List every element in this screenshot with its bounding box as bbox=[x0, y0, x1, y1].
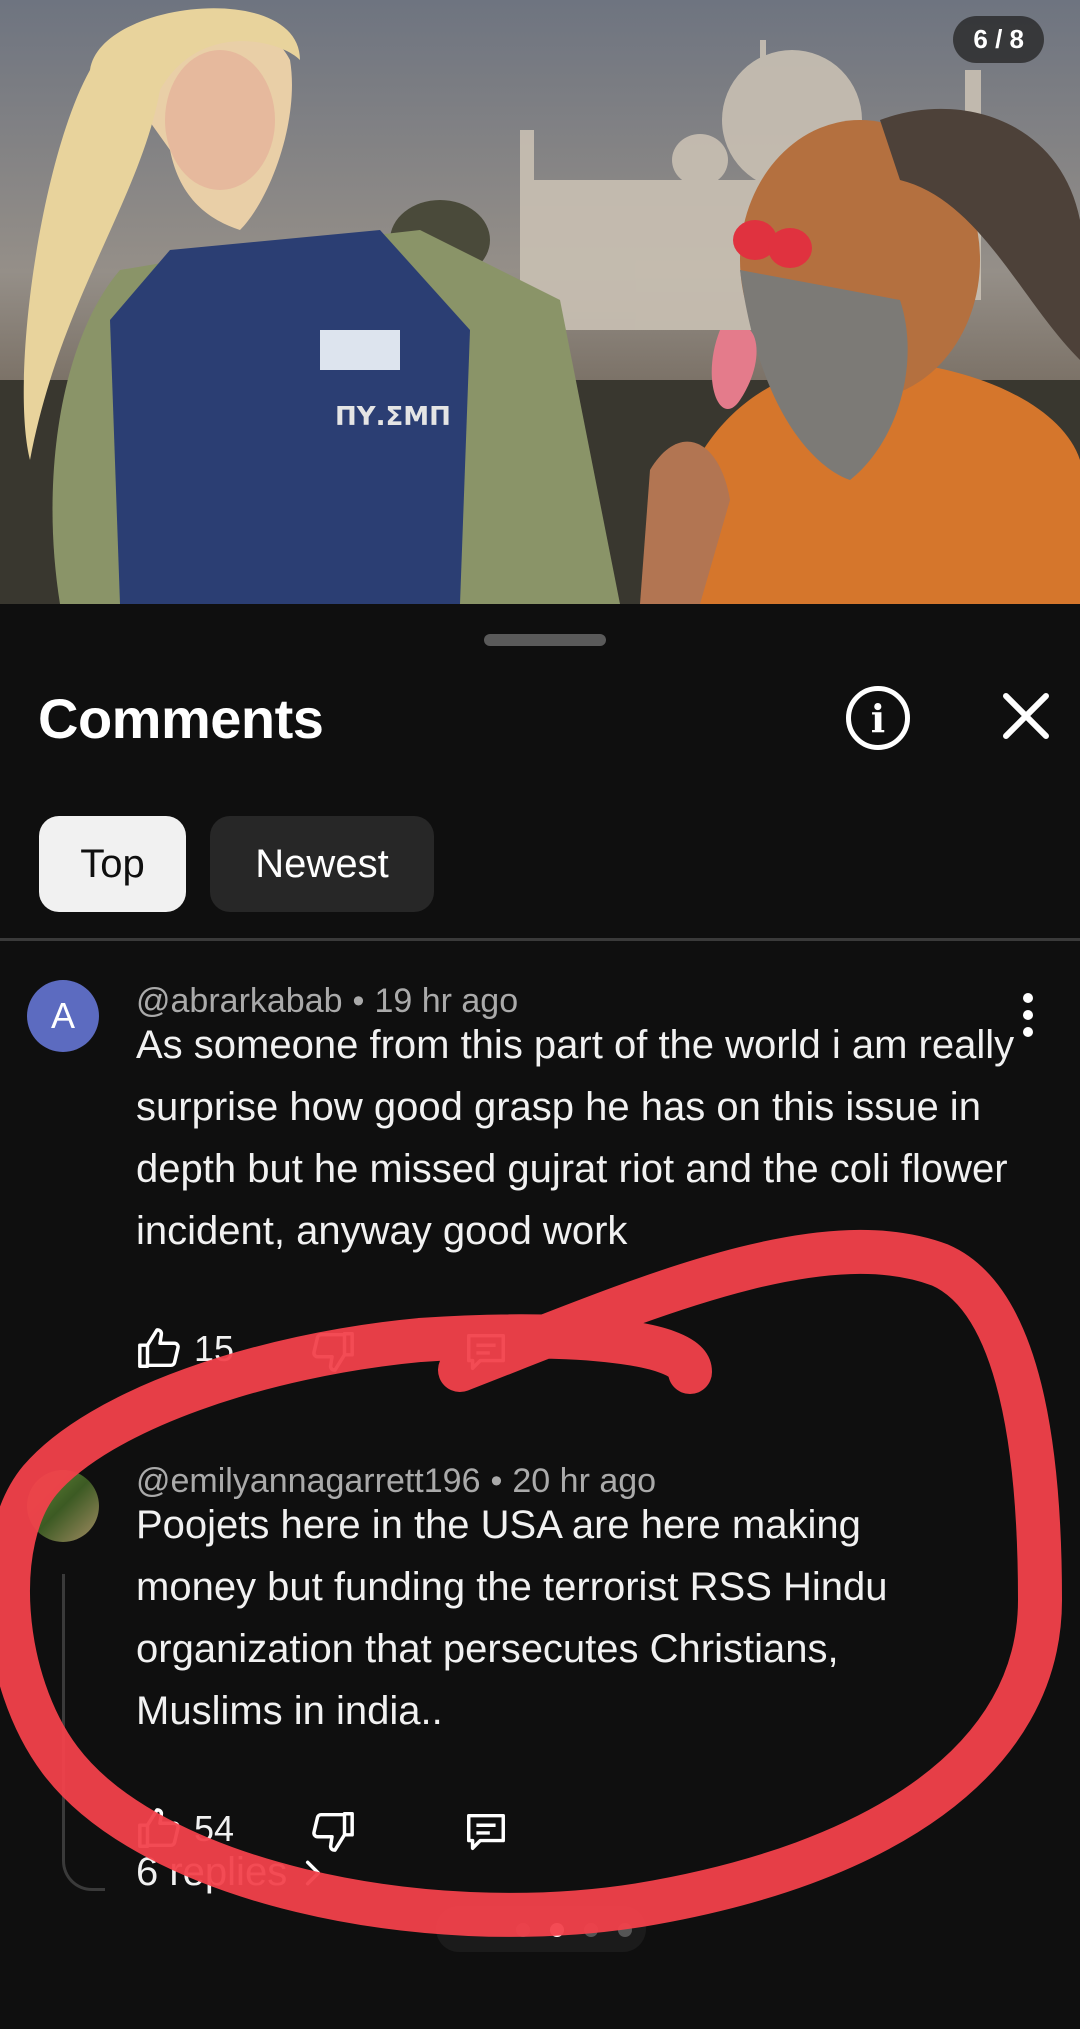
view-replies-button[interactable]: 6 replies bbox=[136, 1850, 329, 1895]
comment-icon bbox=[467, 1333, 505, 1370]
drag-handle[interactable] bbox=[484, 634, 606, 646]
like-count: 15 bbox=[194, 1328, 235, 1369]
comment-icon bbox=[467, 1813, 505, 1850]
page-counter: 6 / 8 bbox=[953, 16, 1044, 63]
chevron-right-icon bbox=[306, 1860, 321, 1885]
like-button[interactable]: 54 bbox=[136, 1806, 234, 1852]
carousel-dot-active bbox=[550, 1923, 564, 1937]
replies-label: 6 replies bbox=[136, 1850, 288, 1894]
carousel-indicator bbox=[436, 1906, 646, 1952]
tab-newest[interactable]: Newest bbox=[210, 816, 434, 912]
comment-text: As someone from this part of the world i… bbox=[136, 1023, 1015, 1253]
carousel-dot bbox=[618, 1923, 632, 1937]
thumbs-down-icon bbox=[312, 1332, 354, 1372]
avatar[interactable] bbox=[27, 1470, 99, 1542]
reply-button[interactable] bbox=[462, 1808, 510, 1854]
post-image[interactable]: ΠΥ.ΣΜΠ 6 / 8 bbox=[0, 0, 1080, 604]
thread-line bbox=[62, 1574, 105, 1891]
tab-top[interactable]: Top bbox=[39, 816, 186, 912]
comment-text: Poojets here in the USA are here making … bbox=[136, 1503, 888, 1733]
thumbs-up-icon bbox=[138, 1328, 180, 1368]
vest-label: ΠΥ.ΣΜΠ bbox=[335, 402, 451, 432]
thumbs-down-icon bbox=[312, 1812, 354, 1852]
info-button[interactable]: i bbox=[846, 686, 910, 750]
divider bbox=[0, 938, 1080, 941]
close-icon[interactable] bbox=[998, 688, 1054, 744]
reply-button[interactable] bbox=[462, 1328, 510, 1374]
comments-title: Comments bbox=[38, 687, 324, 750]
thumbs-up-icon bbox=[138, 1808, 180, 1848]
like-button[interactable]: 15 bbox=[136, 1326, 234, 1372]
dislike-button[interactable] bbox=[310, 1328, 356, 1374]
dislike-button[interactable] bbox=[310, 1808, 356, 1854]
avatar[interactable]: A bbox=[27, 980, 99, 1052]
post-image-illustration: ΠΥ.ΣΜΠ bbox=[0, 0, 1080, 604]
carousel-dot bbox=[584, 1923, 598, 1937]
comments-sheet: Comments i Top Newest A @abrarkabab • 19 h… bbox=[0, 604, 1080, 2029]
carousel-dot bbox=[516, 1923, 530, 1937]
like-count: 54 bbox=[194, 1808, 235, 1849]
info-icon: i bbox=[870, 695, 886, 741]
